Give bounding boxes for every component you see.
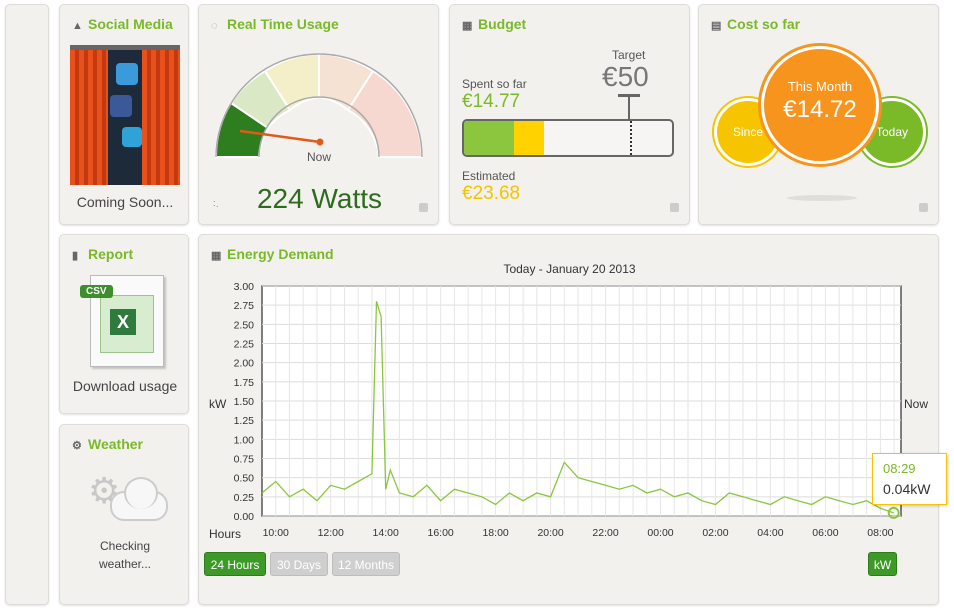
y-tick-label: 0.50 [234,473,255,485]
chart-tooltip: 08:29 0.04kW [872,453,947,505]
spent-label: Spent so far [462,77,527,91]
weather-title: Weather [88,436,143,452]
report-title: Report [88,246,134,262]
receipt-icon: ▤ [711,20,722,32]
y-tick-label: 2.75 [234,300,255,312]
x-tick-label: 10:00 [263,527,289,539]
weather-status: Checking weather... [98,539,152,571]
social-media-card: ▲ Social Media Coming Soon... [59,4,189,225]
real-time-usage-card: ◌ Real Time Usage Now ∶․ 224 Watts [198,4,439,225]
y-tick-label: 3.00 [234,281,255,293]
cost-card: ▤ Cost so far Since Today This Month €14.… [698,4,939,225]
curtain-image [70,45,180,185]
gauge-now-label: Now [307,150,332,164]
x-tick-label: 04:00 [757,527,783,539]
social-title: Social Media [88,16,173,32]
y-tick-label: 2.25 [234,339,255,351]
csv-badge: CSV [80,285,113,298]
spent-value: €14.77 [462,91,521,112]
y-tick-label: 1.00 [234,434,255,446]
tooltip-time: 08:29 [883,461,916,476]
y-tick-label: 0.00 [234,511,255,523]
left-rail [5,4,49,605]
range-24-hours-button[interactable]: 24 Hours [204,552,266,576]
this-month-value: €14.72 [783,96,857,123]
cost-title: Cost so far [727,16,801,32]
usage-gauge [214,52,424,158]
x-tick-label: 18:00 [482,527,508,539]
energy-chart[interactable]: 0.00 0.25 0.50 0.75 1.00 1.25 1.50 1.75 2.00 2.25… [199,235,940,545]
calculator-icon: ▦ [462,20,473,32]
x-tick-label: 14:00 [373,527,399,539]
y-tick-label: 0.25 [234,492,255,504]
estimated-label: Estimated [462,169,516,183]
weather-card: ⚙ Weather ⚙ Checking weather... [59,424,189,605]
budget-bar-estimated [514,121,544,155]
info-icon[interactable] [419,203,428,212]
y-tick-label: 2.50 [234,319,255,331]
energy-demand-card: ▦ Energy Demand Today - January 20 2013 k… [198,234,947,605]
download-usage-link[interactable]: Download usage [60,378,190,394]
x-tick-label: 08:00 [867,527,893,539]
y-tick-label: 2.00 [234,358,255,370]
x-tick-label: 16:00 [428,527,454,539]
range-12-months-button[interactable]: 12 Months [332,552,400,576]
target-label: Target [612,48,646,62]
x-tick-label: 22:00 [592,527,618,539]
cloud-gear-icon: ⚙ [88,469,168,523]
budget-title: Budget [478,16,527,32]
y-tick-label: 0.75 [234,454,255,466]
social-status: Coming Soon... [76,194,174,210]
target-value: €50 [602,61,649,92]
tooltip-value: 0.04kW [883,481,931,497]
this-month-label: This Month [787,79,853,94]
unit-kw-button[interactable]: kW [868,552,897,576]
budget-bar [462,119,674,157]
y-tick-label: 1.50 [234,396,255,408]
x-tick-label: 12:00 [318,527,344,539]
usage-value: 224 Watts [256,183,382,214]
budget-bar-spent [464,121,514,155]
csv-file-icon[interactable]: X CSV [80,275,166,367]
range-30-days-button[interactable]: 30 Days [270,552,328,576]
y-tick-label: 1.25 [234,415,255,427]
x-tick-label: 02:00 [702,527,728,539]
x-tick-label: 06:00 [812,527,838,539]
estimated-value: €23.68 [462,183,521,204]
excel-icon: X [110,309,136,335]
user-icon: ▲ [72,20,83,32]
gear-icon: ⚙ [72,440,82,452]
x-tick-label: 20:00 [537,527,563,539]
x-tick-label: 00:00 [647,527,673,539]
budget-card: ▦ Budget Target €50 Spent so far €14.77 E… [449,4,690,225]
y-tick-label: 1.75 [234,377,255,389]
report-card: ▮ Report X CSV Download usage [59,234,189,414]
info-icon[interactable] [919,203,928,212]
info-icon[interactable] [670,203,679,212]
document-icon: ▮ [72,250,79,262]
